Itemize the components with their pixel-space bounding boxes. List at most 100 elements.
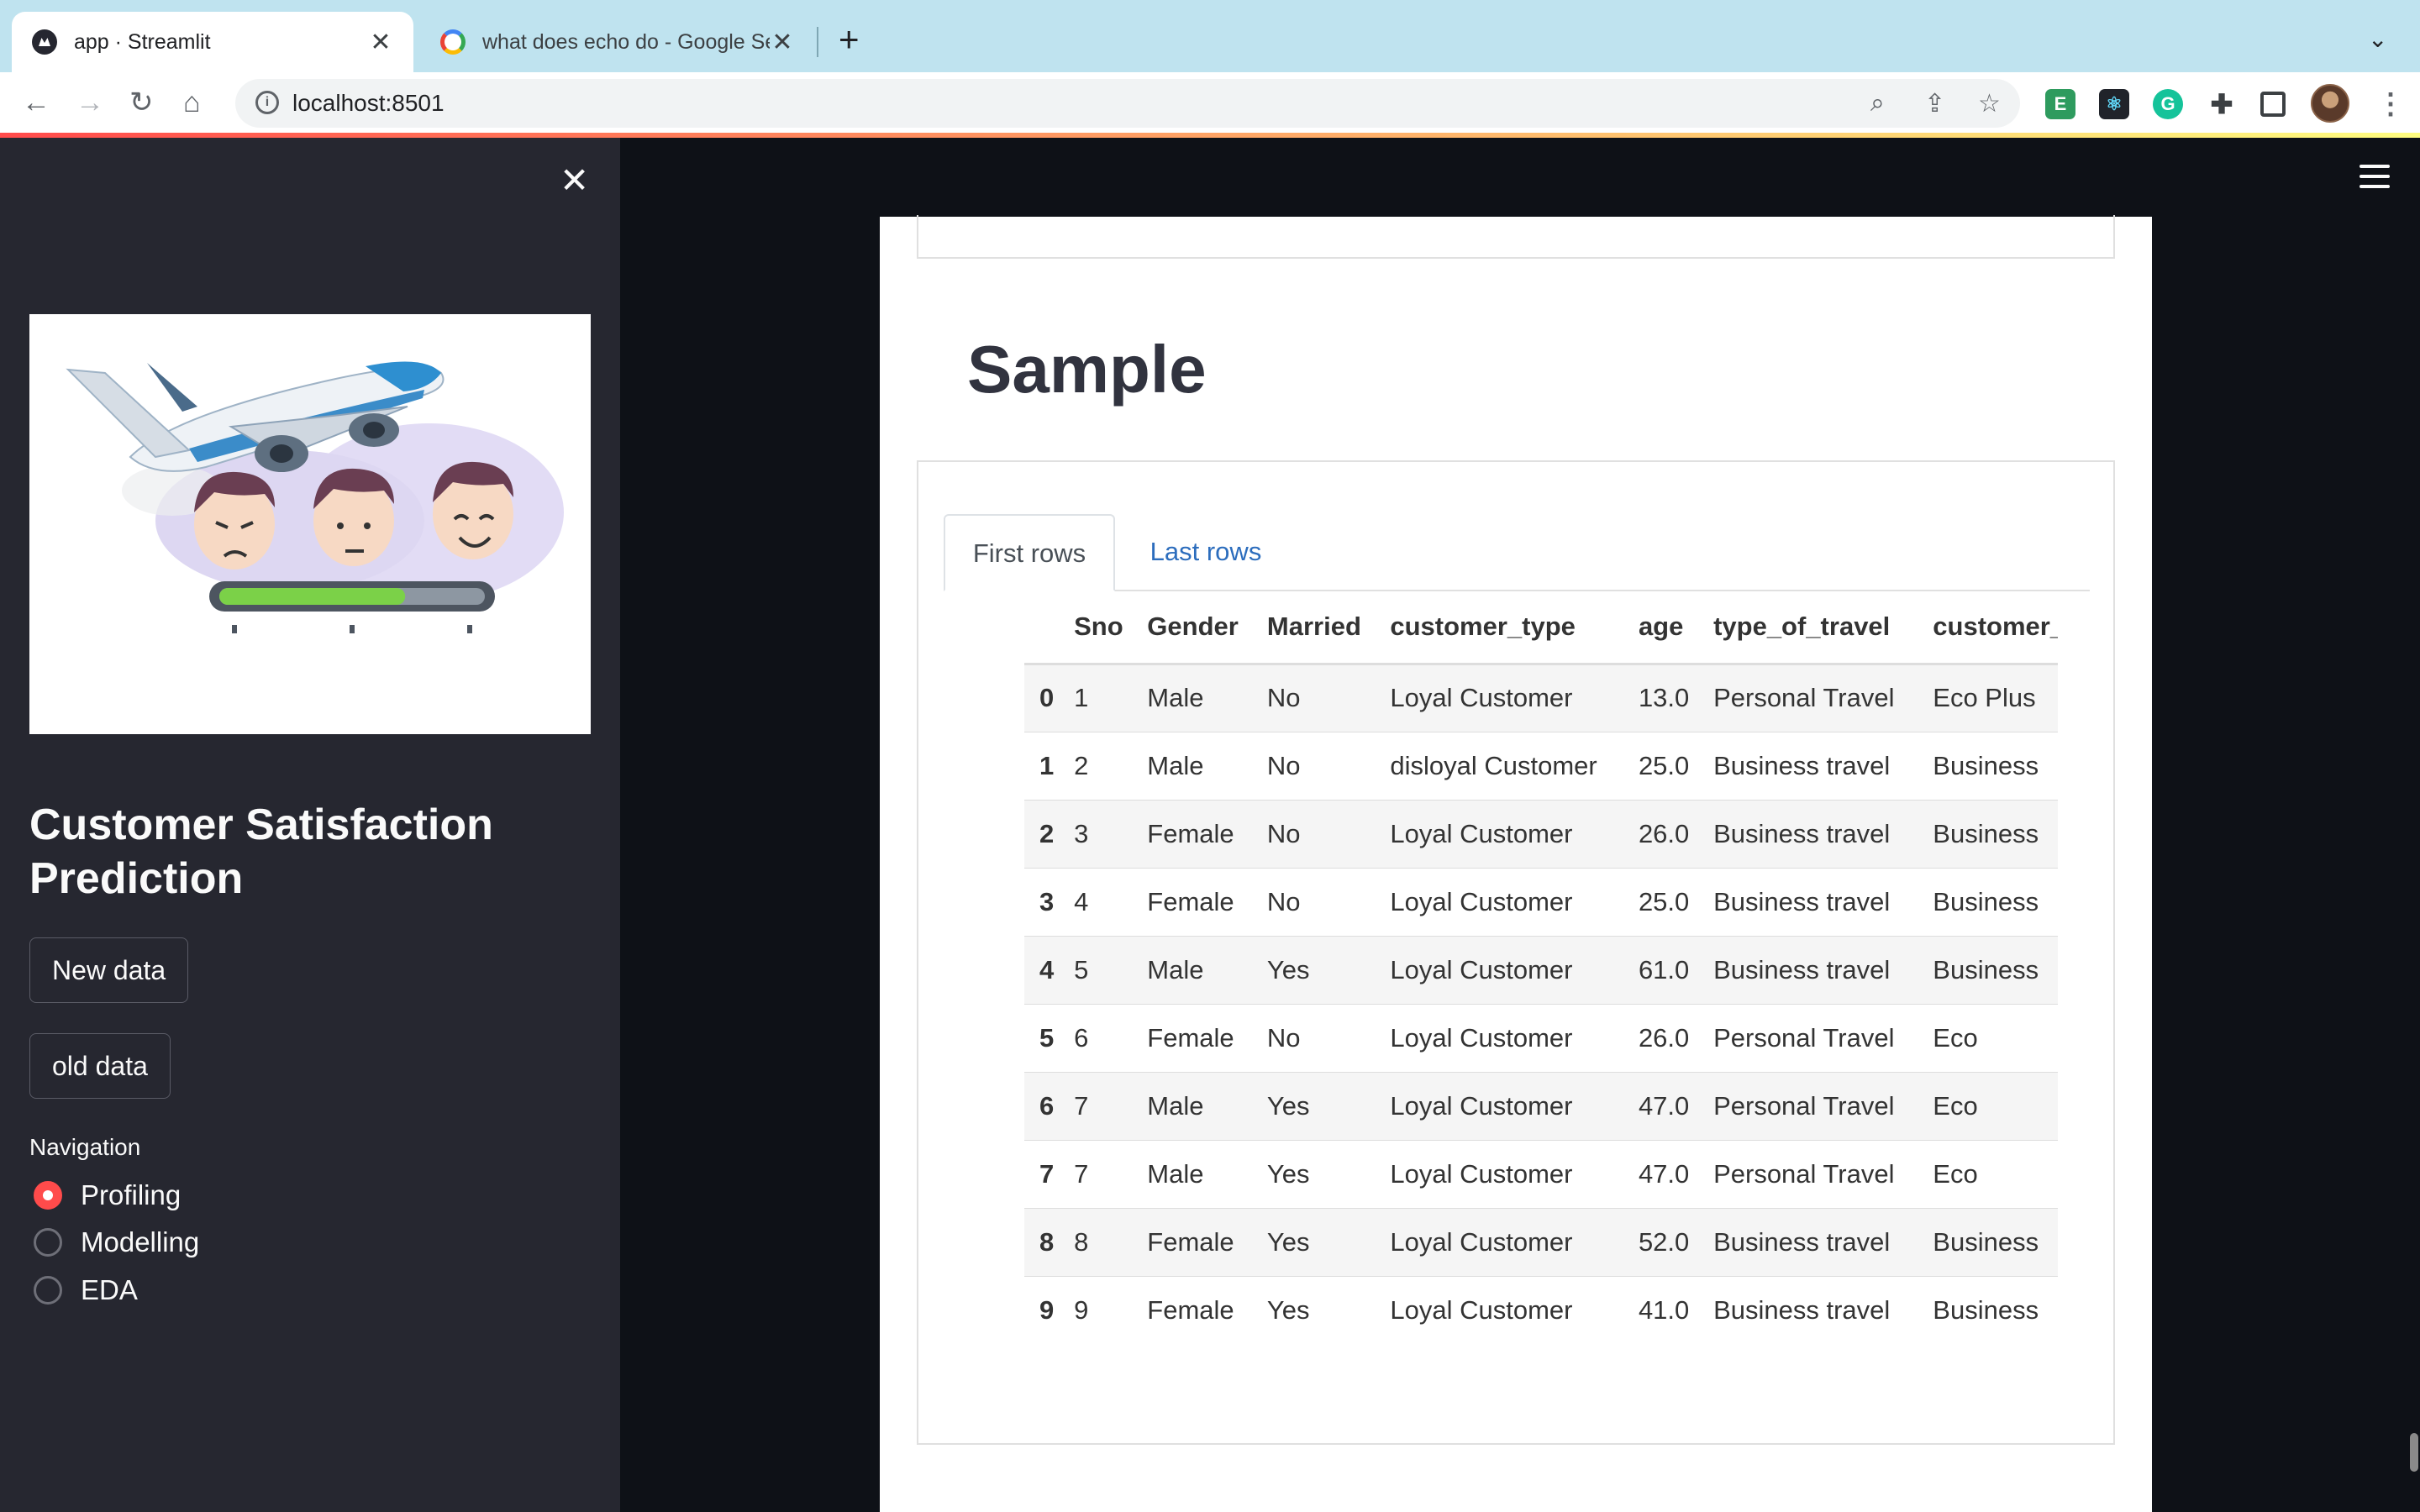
table-cell: Business travel — [1697, 1208, 1917, 1277]
table-cell: Male — [1130, 1072, 1250, 1141]
table-cell: Loyal Customer — [1373, 664, 1622, 732]
sample-data-table: Sno Gender Married customer_type age typ… — [1024, 591, 2058, 1344]
table-cell: 61.0 — [1621, 936, 1697, 1005]
table-cell: Yes — [1249, 1140, 1374, 1209]
column-header: customer_type — [1373, 591, 1622, 665]
table-cell: 7 — [1057, 1140, 1131, 1209]
table-cell: No — [1249, 800, 1374, 869]
airplane-satisfaction-illustration — [29, 314, 591, 734]
previous-section-border — [917, 215, 2115, 259]
row-index-cell: 6 — [1024, 1072, 1058, 1141]
row-index-cell: 4 — [1024, 936, 1058, 1005]
table-cell: Loyal Customer — [1373, 936, 1622, 1005]
radio-modelling[interactable]: Modelling — [34, 1226, 199, 1258]
main-menu-icon[interactable] — [2360, 165, 2390, 190]
radio-selected-icon[interactable] — [34, 1181, 62, 1210]
table-cell: Female — [1147, 1294, 1234, 1325]
table-row: 8 8 Female Yes Loyal Customer 52.0 Business tr… — [1024, 1208, 2058, 1277]
close-tab-icon[interactable]: ✕ — [368, 28, 393, 57]
browser-tab-streamlit[interactable]: app · Streamlit ✕ — [12, 12, 413, 72]
table-cell: Business — [1916, 732, 2058, 801]
tab-title: what does echo do - Google Se — [482, 29, 770, 54]
table-cell: Male — [1130, 732, 1250, 801]
table-cell: Business — [1933, 1294, 2039, 1325]
address-bar[interactable]: i localhost:8501 ⌕ ⇪ ☆ — [235, 79, 2020, 128]
table-cell: 52.0 — [1621, 1208, 1697, 1277]
page-scrollbar[interactable] — [2410, 1433, 2418, 1472]
row-index-cell: 7 — [1024, 1140, 1058, 1209]
forward-arrow-icon[interactable]: → — [76, 86, 104, 119]
radio-label: Modelling — [81, 1226, 200, 1257]
unhappy-face-icon — [194, 471, 275, 570]
zoom-icon[interactable]: ⌕ — [1870, 89, 1885, 118]
new-tab-button[interactable]: + — [839, 22, 860, 57]
table-row: 6 7 Male Yes Loyal Customer 47.0 Personal Trav… — [1024, 1072, 2058, 1141]
table-cell: No — [1249, 732, 1374, 801]
new-data-button[interactable]: New data — [29, 937, 189, 1003]
close-tab-icon[interactable]: ✕ — [770, 28, 795, 57]
row-index-cell: 1 — [1024, 732, 1058, 801]
browser-menu-icon[interactable]: ⋮ — [2376, 87, 2405, 121]
table-cell: Business travel — [1713, 1294, 1891, 1325]
puzzle-icon[interactable]: ✚ — [2207, 89, 2237, 119]
table-cell: No — [1249, 868, 1374, 937]
table-cell: Loyal Customer — [1373, 1072, 1622, 1141]
happy-face-icon — [433, 461, 513, 559]
table-cell: 6 — [1057, 1004, 1131, 1073]
table-cell: 25.0 — [1621, 868, 1697, 937]
tab-last-rows[interactable]: Last rows — [1139, 514, 1273, 591]
react-devtools-icon[interactable]: ⚛ — [2099, 89, 2129, 119]
column-header: Gender — [1130, 591, 1250, 665]
table-cell: 7 — [1057, 1072, 1131, 1141]
sample-tabs: First rows Last rows — [944, 514, 2090, 591]
table-row: 4 5 Male Yes Loyal Customer 61.0 Business trav… — [1024, 936, 2058, 1005]
reload-icon[interactable]: ↻ — [129, 86, 154, 119]
table-cell: Female — [1130, 1208, 1250, 1277]
table-cell: Yes — [1249, 1072, 1374, 1141]
tab-title: app · Streamlit — [74, 29, 211, 54]
table-cell: 8 — [1057, 1208, 1131, 1277]
browser-tab-google[interactable]: what does echo do - Google Se ✕ — [420, 12, 815, 72]
sample-panel: First rows Last rows Sno Gender Married … — [917, 460, 2115, 1445]
bookmark-star-icon[interactable]: ☆ — [1978, 89, 2001, 118]
grammarly-icon[interactable]: G — [2153, 89, 2183, 119]
share-icon[interactable]: ⇪ — [1924, 89, 1945, 118]
profile-avatar[interactable] — [2311, 84, 2349, 123]
radio-eda[interactable]: EDA — [34, 1274, 138, 1306]
row-index-cell: 5 — [1024, 1004, 1058, 1073]
table-row: 7 7 Male Yes Loyal Customer 47.0 Personal Trav… — [1024, 1140, 2058, 1209]
table-cell: Loyal Customer — [1373, 1004, 1622, 1073]
home-icon[interactable]: ⌂ — [183, 86, 201, 119]
streamlit-icon — [32, 29, 57, 55]
tab-first-rows[interactable]: First rows — [944, 514, 1115, 591]
table-cell: Business travel — [1697, 936, 1917, 1005]
site-info-icon[interactable]: i — [255, 91, 279, 114]
back-arrow-icon[interactable]: ← — [22, 86, 50, 119]
table-cell: Male — [1130, 1140, 1250, 1209]
row-index-cell: 8 — [1024, 1208, 1058, 1277]
evernote-extension-icon[interactable]: E — [2045, 89, 2075, 119]
table-cell: Female — [1130, 1004, 1250, 1073]
table-cell: Loyal Customer — [1373, 1208, 1622, 1277]
table-cell: 5 — [1057, 936, 1131, 1005]
side-panel-icon[interactable] — [2260, 92, 2286, 117]
table-cell: Loyal Customer — [1373, 1140, 1622, 1209]
sidebar: ✕ Customer Satisfaction Prediction New d… — [0, 138, 620, 1512]
radio-unselected-icon[interactable] — [34, 1276, 62, 1305]
report-card: Sample First rows Last rows Sno Gender M… — [880, 215, 2152, 1512]
close-sidebar-icon[interactable]: ✕ — [560, 163, 589, 198]
column-header: age — [1621, 591, 1697, 665]
old-data-button[interactable]: old data — [29, 1033, 171, 1099]
tab-search-chevron-icon[interactable]: ⌄ — [2368, 25, 2387, 53]
table-cell: 47.0 — [1621, 1140, 1697, 1209]
table-cell: Business travel — [1697, 800, 1917, 869]
table-cell: 47.0 — [1621, 1072, 1697, 1141]
sidebar-title: Customer Satisfaction Prediction — [29, 801, 493, 903]
radio-unselected-icon[interactable] — [34, 1228, 62, 1257]
radio-profiling[interactable]: Profiling — [34, 1179, 181, 1211]
table-cell: 26.0 — [1621, 800, 1697, 869]
column-header: customer_ — [1916, 591, 2058, 665]
column-header: Married — [1249, 591, 1374, 665]
table-cell: Yes — [1249, 1208, 1374, 1277]
url-text[interactable]: localhost:8501 — [292, 90, 445, 117]
